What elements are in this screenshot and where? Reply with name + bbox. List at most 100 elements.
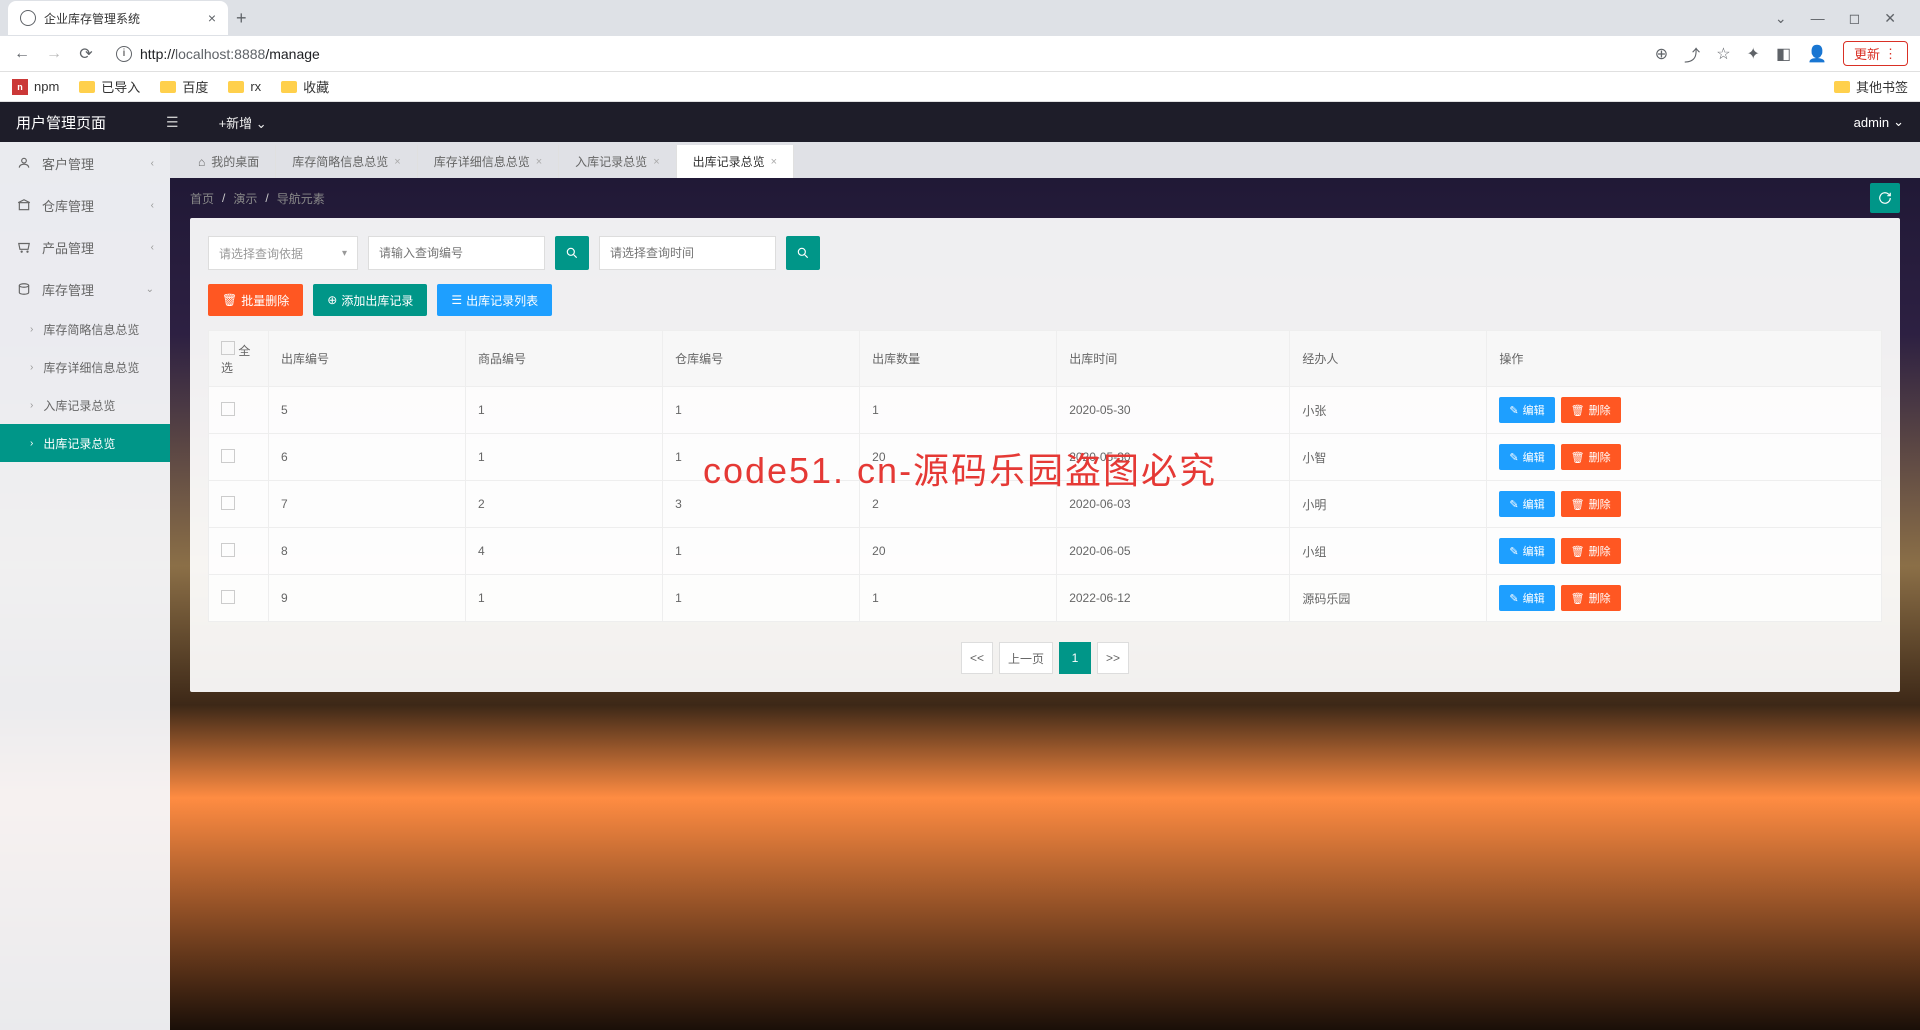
dropdown-icon[interactable]: ⌄: [1775, 10, 1787, 27]
filter-date[interactable]: [599, 236, 776, 270]
tab-inbound[interactable]: 入库记录总览×: [559, 145, 676, 178]
sidebar-sub-detail[interactable]: ›库存详细信息总览: [0, 348, 170, 386]
sidebar-label: 仓库管理: [42, 196, 94, 215]
cell-time: 2022-06-12: [1057, 575, 1290, 622]
breadcrumb-item[interactable]: 导航元素: [277, 190, 325, 207]
cell-qty: 1: [860, 387, 1057, 434]
edit-button[interactable]: ✎ 编辑: [1499, 585, 1554, 611]
chevron-right-icon: ›: [30, 400, 33, 411]
close-tab-icon[interactable]: ×: [653, 156, 659, 168]
bookmark-imported[interactable]: 已导入: [79, 77, 140, 96]
delete-button[interactable]: 🗑 删除: [1561, 397, 1621, 423]
col-outid: 出库编号: [269, 331, 466, 387]
row-checkbox[interactable]: [221, 590, 235, 604]
pencil-icon: ✎: [1509, 451, 1518, 464]
profile-icon[interactable]: 👤: [1807, 44, 1827, 64]
share-icon[interactable]: ⤴: [1684, 42, 1700, 66]
page-first[interactable]: <<: [961, 642, 993, 674]
sidebar-item-customer[interactable]: 客户管理 ‹: [0, 142, 170, 184]
close-window-icon[interactable]: ✕: [1884, 10, 1896, 27]
edit-button[interactable]: ✎ 编辑: [1499, 491, 1554, 517]
update-button[interactable]: 更新 ⋮: [1843, 41, 1908, 66]
row-checkbox[interactable]: [221, 543, 235, 557]
tab-outbound[interactable]: 出库记录总览×: [677, 145, 794, 178]
cell-productid: 2: [466, 481, 663, 528]
edit-button[interactable]: ✎ 编辑: [1499, 538, 1554, 564]
chevron-left-icon: ‹: [151, 242, 154, 253]
breadcrumb-item[interactable]: 首页: [190, 190, 214, 207]
url-bar[interactable]: i http://localhost:8888/manage: [108, 42, 1643, 66]
tab-detail[interactable]: 库存详细信息总览×: [418, 145, 559, 178]
filter-input[interactable]: [368, 236, 545, 270]
select-placeholder: 请选择查询依据: [219, 245, 303, 262]
page-current[interactable]: 1: [1059, 642, 1091, 674]
col-actions: 操作: [1487, 331, 1882, 387]
sidepanel-icon[interactable]: ◧: [1776, 44, 1791, 64]
tab-desktop[interactable]: ⌂我的桌面: [182, 145, 276, 178]
bookmark-rx[interactable]: rx: [228, 79, 261, 94]
delete-button[interactable]: 🗑 删除: [1561, 491, 1621, 517]
delete-button[interactable]: 🗑 删除: [1561, 538, 1621, 564]
bookmark-fav[interactable]: 收藏: [281, 77, 329, 96]
sidebar-item-warehouse[interactable]: 仓库管理 ‹: [0, 184, 170, 226]
sidebar-sub-inbound[interactable]: ›入库记录总览: [0, 386, 170, 424]
close-tab-icon[interactable]: ×: [394, 156, 400, 168]
breadcrumb-item[interactable]: 演示: [233, 190, 257, 207]
select-all-checkbox[interactable]: [221, 341, 235, 355]
url-text: http://localhost:8888/manage: [140, 46, 320, 62]
close-tab-icon[interactable]: ×: [208, 10, 216, 26]
folder-icon: [228, 81, 244, 93]
batch-delete-button[interactable]: 🗑批量删除: [208, 284, 303, 316]
sidebar-item-inventory[interactable]: 库存管理 ⌄: [0, 268, 170, 310]
cart-icon: [16, 240, 32, 254]
close-tab-icon[interactable]: ×: [536, 156, 542, 168]
sidebar-sub-outbound[interactable]: ›出库记录总览: [0, 424, 170, 462]
search-button[interactable]: [555, 236, 589, 270]
table-row: 51112020-05-30小张✎ 编辑🗑 删除: [209, 387, 1882, 434]
bookmark-npm[interactable]: nnpm: [12, 79, 59, 95]
zoom-icon[interactable]: ⊕: [1655, 44, 1668, 64]
add-new-button[interactable]: +新增 ⌄: [219, 113, 267, 132]
new-tab-button[interactable]: +: [236, 8, 247, 29]
other-bookmarks[interactable]: 其他书签: [1834, 77, 1908, 96]
page-next[interactable]: >>: [1097, 642, 1129, 674]
row-checkbox[interactable]: [221, 402, 235, 416]
plus-circle-icon: ⊕: [327, 293, 337, 307]
add-record-button[interactable]: ⊕添加出库记录: [313, 284, 427, 316]
close-tab-icon[interactable]: ×: [771, 156, 777, 168]
sidebar-sub-brief[interactable]: ›库存简略信息总览: [0, 310, 170, 348]
star-icon[interactable]: ☆: [1716, 44, 1730, 64]
tab-brief[interactable]: 库存简略信息总览×: [276, 145, 417, 178]
edit-button[interactable]: ✎ 编辑: [1499, 397, 1554, 423]
row-checkbox[interactable]: [221, 449, 235, 463]
row-checkbox[interactable]: [221, 496, 235, 510]
refresh-button[interactable]: [1870, 183, 1900, 213]
filter-row: 请选择查询依据▾: [208, 236, 1882, 270]
back-button[interactable]: ←: [12, 44, 32, 64]
forward-button[interactable]: →: [44, 44, 64, 64]
filter-select[interactable]: 请选择查询依据▾: [208, 236, 358, 270]
cell-warehouseid: 1: [663, 528, 860, 575]
record-list-button[interactable]: ☰出库记录列表: [437, 284, 552, 316]
cell-select: [209, 434, 269, 481]
window-controls: ⌄ — ◻ ✕: [1775, 10, 1912, 27]
bookmark-baidu[interactable]: 百度: [160, 77, 208, 96]
maximize-icon[interactable]: ◻: [1849, 10, 1861, 27]
page-prev[interactable]: 上一页: [999, 642, 1053, 674]
sidebar-item-product[interactable]: 产品管理 ‹: [0, 226, 170, 268]
extensions-icon[interactable]: ✦: [1747, 44, 1760, 64]
edit-button[interactable]: ✎ 编辑: [1499, 444, 1554, 470]
user-menu[interactable]: admin ⌄: [1854, 114, 1904, 130]
cell-handler: 源码乐园: [1290, 575, 1487, 622]
hamburger-icon[interactable]: ☰: [166, 114, 179, 131]
search-date-button[interactable]: [786, 236, 820, 270]
delete-button[interactable]: 🗑 删除: [1561, 585, 1621, 611]
reload-button[interactable]: ⟳: [76, 44, 96, 64]
chevron-left-icon: ‹: [151, 200, 154, 211]
minimize-icon[interactable]: —: [1811, 10, 1825, 27]
browser-tab[interactable]: 企业库存管理系统 ×: [8, 1, 228, 35]
site-info-icon[interactable]: i: [116, 46, 132, 62]
sidebar-label: 客户管理: [42, 154, 94, 173]
address-bar: ← → ⟳ i http://localhost:8888/manage ⊕ ⤴…: [0, 36, 1920, 72]
delete-button[interactable]: 🗑 删除: [1561, 444, 1621, 470]
